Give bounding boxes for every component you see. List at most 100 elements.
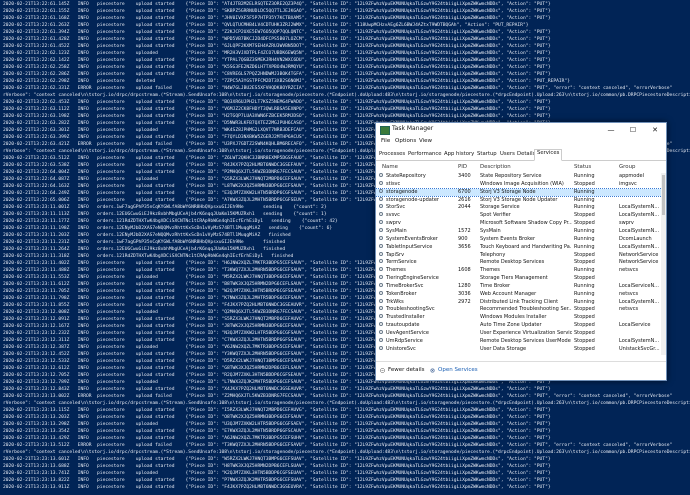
service-row[interactable]: UmRdpService Remote Desktop Services User… [376, 337, 662, 345]
service-name: TapiSrv [386, 251, 405, 258]
service-status: Running [574, 204, 595, 211]
service-row[interactable]: SysMain 1572 SysMain Running LocalSystemN... [376, 227, 662, 235]
service-gear-icon [379, 306, 383, 311]
service-row[interactable]: UevAgentService User Experience Virtualiz… [376, 330, 662, 337]
service-row[interactable]: TermService Remote Desktop Services Stoppe… [376, 259, 662, 266]
service-row[interactable]: tzautoupdate Auto Time Zone Updater Stoppe… [376, 322, 662, 329]
minimize-button[interactable]: — [600, 123, 622, 137]
console-line: 2020-02-21T13:23:11.113Z INFO orders.12E… [3, 212, 327, 217]
console-line: 2020-02-21T13:22:62.142Z INFO piecestore… [3, 58, 551, 63]
service-group: netsvcs [619, 306, 639, 313]
service-row[interactable]: TimeBrokerSvc 1280 Time Broker Running Local… [376, 282, 662, 290]
service-pid: 3656 [458, 243, 471, 250]
tab-processes[interactable]: Processes [377, 151, 407, 160]
service-status: Stopped [574, 330, 595, 336]
console-line: 2020-02-21T13:23:13.688Z INFO piecestore… [3, 464, 551, 469]
open-services-link[interactable]: Open Services [438, 367, 478, 373]
close-button[interactable]: ✕ [644, 123, 666, 137]
maximize-button[interactable]: ☐ [622, 123, 644, 137]
service-row[interactable]: TokenBroker 3036 Web Account Manager Runnin… [376, 290, 662, 298]
service-status: Stopped [574, 220, 595, 227]
footer-bar: Fewer details Open Services [376, 361, 666, 380]
tab-startup[interactable]: Startup [475, 151, 499, 160]
service-description: Storj V3 Storage Node Updater [480, 196, 558, 203]
vertical-scrollbar[interactable] [661, 173, 666, 355]
console-line: rVerbose": "context canceled\n\tstorj.io… [3, 450, 690, 455]
service-description: System Events Broker [480, 235, 536, 242]
service-gear-icon [379, 298, 383, 303]
console-line: 2020-02-21T13:22:61.452Z INFO piecestore… [3, 44, 551, 49]
service-row[interactable]: TroubleshootingSvc Recommended Troublesho… [376, 306, 662, 313]
service-pid: 3036 [458, 290, 471, 297]
service-status: Running [574, 227, 595, 234]
tab-services[interactable]: Services [534, 149, 563, 161]
service-row[interactable]: TapiSrv Telephony Stopped NetworkService [376, 251, 662, 259]
service-row[interactable]: TieringEngineService Storage Tiers Manage… [376, 275, 662, 282]
selected-service-row[interactable]: storagenode 6700 Storj V3 Storage Node Runn… [376, 187, 662, 198]
console-line: 2020-02-21T13:23:11.198Z INFO orders.12E… [3, 226, 333, 231]
column-description[interactable]: Description [480, 164, 511, 170]
service-row[interactable]: SystemEventsBroker 900 System Events Broke… [376, 235, 662, 243]
service-gear-icon [379, 314, 383, 319]
gears-icon [430, 368, 435, 373]
column-status[interactable]: Status [574, 164, 591, 170]
service-group: LocalService [619, 322, 651, 329]
console-line: 2020-02-21T13:23:13.601Z INFO piecestore… [3, 457, 551, 462]
scrollbar-thumb[interactable] [662, 175, 665, 215]
service-description: Storj V3 Storage Node [480, 188, 536, 195]
column-group[interactable]: Group [619, 164, 635, 170]
chevron-up-icon[interactable] [380, 368, 385, 373]
service-row[interactable]: StateRepository 3400 State Repository Serv… [376, 173, 662, 180]
fewer-details-link[interactable]: Fewer details [388, 367, 424, 373]
console-line: 2020-02-21T13:22:61.145Z INFO piecestore… [3, 2, 551, 7]
service-description: Microsoft Software Shadow Copy Pr... [480, 220, 572, 227]
service-row[interactable]: stisvc Windows Image Acquisition (WIA) Sto… [376, 180, 662, 188]
console-line: 2020-02-21T13:23:13.002Z ERROR piecestor… [3, 394, 673, 399]
service-pid: 3400 [458, 173, 471, 179]
service-name: TieringEngineService [386, 275, 439, 282]
service-row[interactable]: Themes 1608 Themes Running netsvcs [376, 267, 662, 274]
tab-performance[interactable]: Performance [406, 151, 444, 160]
service-group: LocalSystemN... [619, 337, 660, 344]
service-name: svsvc [386, 212, 400, 219]
column-pid[interactable]: PID [458, 164, 467, 170]
service-name: swprv [386, 220, 401, 227]
menu-file[interactable]: File [381, 138, 390, 144]
service-row[interactable]: TrkWks 2972 Distributed Link Tracking Clie… [376, 298, 662, 306]
console-line: 2020-02-21T13:23:11.001Z INFO orders.1wF… [3, 205, 327, 210]
column-name[interactable]: Name [382, 164, 398, 170]
service-gear-icon [379, 282, 383, 287]
menu-view[interactable]: View [419, 138, 432, 144]
menu-options[interactable]: Options [395, 138, 416, 144]
console-line: 2020-02-21T13:23:13.741Z INFO piecestore… [3, 471, 551, 476]
service-status: Stopped [574, 212, 595, 219]
service-row[interactable]: TabletInputService 3656 Touch Keyboard and… [376, 243, 662, 251]
service-row[interactable]: svsvc Spot Verifier Stopped LocalSystemN... [376, 212, 662, 219]
task-manager-window[interactable]: Task Manager — ☐ ✕ File Options View Pro… [375, 122, 667, 381]
service-gear-icon [379, 275, 383, 280]
tab-app-history[interactable]: App history [442, 151, 476, 160]
service-status: Running [574, 235, 595, 242]
service-name: TimeBrokerSvc [386, 282, 424, 289]
title-bar[interactable]: Task Manager — ☐ ✕ [376, 123, 666, 137]
service-row[interactable]: StorSvc 2044 Storage Service Running LocalSy… [376, 204, 662, 211]
service-status: Stopped [574, 259, 595, 266]
service-row[interactable]: TrustedInstaller Windows Modules Installe… [376, 314, 662, 321]
service-gear-icon [379, 212, 383, 217]
service-description: Windows Image Acquisition (WIA) [480, 180, 564, 187]
tab-strip: Processes Performance App history Startu… [376, 149, 666, 161]
service-row[interactable]: swprv Microsoft Software Shadow Copy Pr..… [376, 220, 662, 227]
service-row[interactable]: storagenode-updater 2616 Storj V3 Storage … [376, 196, 662, 204]
service-pid: 2044 [458, 204, 471, 211]
console-line: 2020-02-21T13:22:61.263Z INFO piecestore… [3, 23, 529, 28]
console-line: 2020-02-21T13:22:61.394Z INFO piecestore… [3, 30, 551, 35]
service-row[interactable]: UnistoreSvc User Data Storage Stopped Unist… [376, 345, 662, 353]
service-group: NetworkService [619, 259, 659, 266]
service-status: Running [574, 267, 595, 274]
console-line: 2020-02-21T13:22:61.155Z INFO piecestore… [3, 9, 551, 14]
service-name: tzautoupdate [386, 322, 420, 329]
service-gear-icon [379, 227, 383, 232]
service-description: State Repository Service [480, 173, 542, 179]
service-description: Web Account Manager [480, 290, 537, 297]
service-description: Storage Tiers Management [480, 275, 548, 282]
